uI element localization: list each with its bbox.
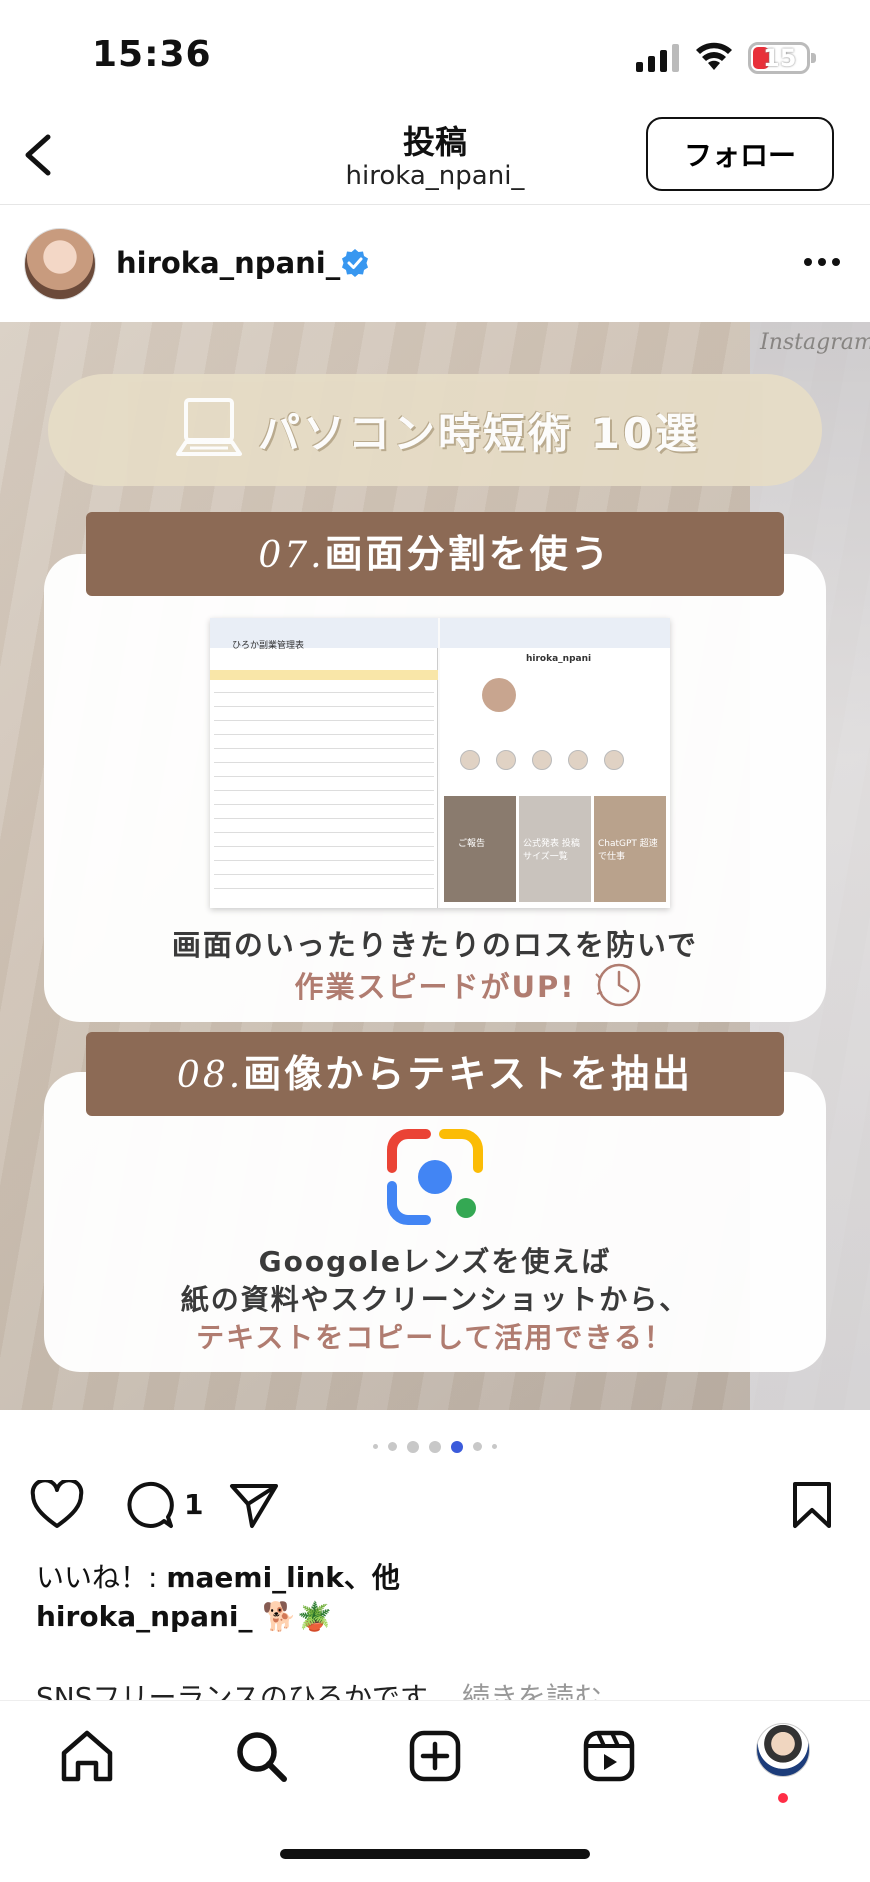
follow-button[interactable]: フォロー [646,117,834,191]
spreadsheet-title: ひろか副業管理表 [232,641,305,651]
caption-row: hiroka_npani_ 🐕🪴 [36,1600,332,1633]
bookmark-icon[interactable] [790,1480,834,1530]
notification-dot [778,1793,788,1803]
post-carousel-image[interactable]: Instagram パソコン時短術 10選 07.画面分割を使う ひろか副業管理… [0,322,870,1410]
carousel-dot [473,1442,482,1451]
carousel-indicator [0,1436,870,1453]
instagram-profile-window: hiroka_npani ご報告 公式発表 投稿サイズ一覧 ChatGPT 超速… [440,618,670,908]
laptop-icon [176,398,242,456]
caption-username[interactable]: hiroka_npani_ [36,1600,253,1633]
battery-percent: 15 [763,44,797,72]
read-more-link[interactable]: 続きを読む [462,1681,602,1700]
carousel-dot [407,1440,419,1453]
post-header-bar: 投稿 hiroka_npani_ フォロー [0,105,870,205]
carousel-dot [373,1444,378,1449]
create-post-icon[interactable] [406,1727,464,1785]
comment-bubble-icon[interactable] [124,1480,174,1530]
comment-count[interactable]: 1 [184,1488,203,1521]
more-options-icon[interactable] [800,252,844,272]
google-lens-icon [387,1129,483,1225]
tip-banner-08: 08.画像からテキストを抽出 [86,1032,784,1116]
split-screen-screenshot: ひろか副業管理表 hiroka_npani ご報告 公式発表 投稿サイズ一覧 C… [210,618,670,908]
post-actions-row: 1 [0,1474,870,1536]
tip-banner-07: 07.画面分割を使う [86,512,784,596]
post-author-row: hiroka_npani_ [0,206,870,322]
carousel-dot [451,1440,463,1453]
tip-07-line2: 作業スピードがUP! [294,970,576,1004]
spreadsheet-header-row [210,670,438,680]
profile-tab-avatar[interactable] [756,1723,810,1777]
caption-text-row: SNSフリーランスのひろかです。 続きを読む [36,1676,602,1700]
image-title-pill: パソコン時短術 10選 [48,374,822,486]
status-bar: 15:36 15 [0,0,870,105]
image-title: パソコン時短術 10選 [258,409,701,458]
tip-heading-07: 画面分割を使う [324,532,612,576]
caption-emoji: 🐕🪴 [262,1600,332,1633]
status-time: 15:36 [92,34,212,75]
likes-prefix: いいね！: [36,1561,167,1594]
search-icon[interactable] [232,1727,290,1785]
tip-07-line1: 画面のいったりきたりのロスを防いで [171,928,699,962]
caption-text: SNSフリーランスのひろかです。 [36,1681,454,1700]
battery-nub [811,53,816,63]
author-avatar[interactable] [24,228,96,300]
spreadsheet-window: ひろか副業管理表 [210,618,438,908]
grid-tile-2: 公式発表 投稿サイズ一覧 [519,796,591,902]
tip-number-08: 08. [176,1055,244,1096]
cellular-signal-icon [636,44,679,72]
likes-users[interactable]: maemi_link、他 [166,1561,400,1594]
grid-tile-1: ご報告 [444,796,516,902]
battery-icon: 15 [748,42,816,74]
tip-08-line2: 紙の資料やスクリーンショットから、 [180,1283,690,1316]
share-paper-plane-icon[interactable] [228,1480,280,1530]
home-icon[interactable] [58,1727,116,1785]
profile-name: hiroka_npani [526,654,592,664]
clock-icon [595,963,641,1007]
reels-icon[interactable] [580,1727,638,1785]
likes-summary[interactable]: いいね！: maemi_link、他 [36,1556,400,1596]
browser-toolbar [440,618,670,648]
profile-picture [482,678,516,712]
tip-08-line3: テキストをコピーして活用できる！ [196,1321,674,1354]
wifi-icon [696,42,732,70]
tip-number-07: 07. [258,535,325,576]
carousel-dot [492,1444,497,1449]
home-indicator[interactable] [280,1849,590,1859]
bottom-tab-bar [0,1700,870,1882]
carousel-dot [388,1442,397,1451]
like-heart-icon[interactable] [30,1480,84,1530]
tip-08-line1: Googoleレンズを使えば [258,1245,612,1278]
tip-heading-08: 画像からテキストを抽出 [243,1052,694,1096]
carousel-dot [429,1440,441,1453]
verified-badge-icon [342,249,368,277]
author-username[interactable]: hiroka_npani_ [116,246,340,280]
instagram-watermark: Instagram [760,330,870,355]
grid-tile-3: ChatGPT 超速で仕事 [594,796,666,902]
